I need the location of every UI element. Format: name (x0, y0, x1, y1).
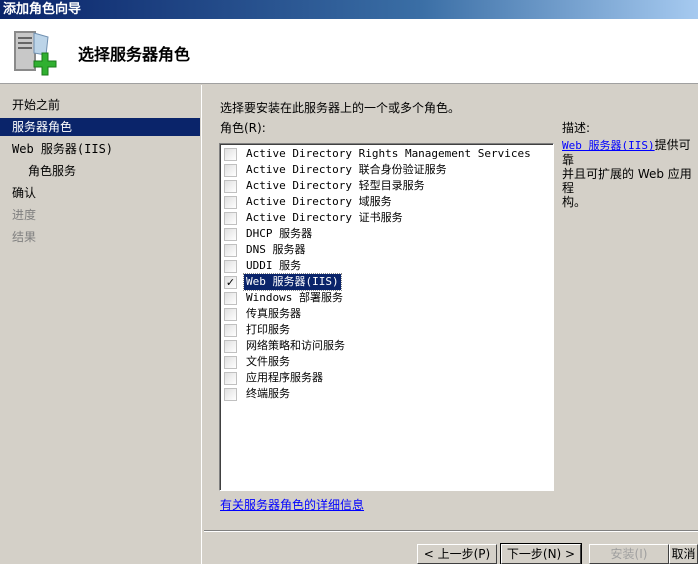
role-checkbox[interactable] (224, 387, 237, 401)
role-checkbox[interactable] (224, 355, 237, 369)
step-role-services[interactable]: 角色服务 (0, 162, 200, 180)
role-item[interactable]: UDDI 服务 (224, 258, 303, 274)
install-button: 安装(I) (589, 544, 669, 564)
step-progress: 进度 (12, 208, 37, 222)
role-item[interactable]: Active Directory 证书服务 (224, 210, 405, 226)
description-label: 描述: (562, 121, 591, 135)
instruction-text: 选择要安装在此服务器上的一个或多个角色。 (220, 101, 461, 115)
role-item[interactable]: Active Directory Rights Management Servi… (224, 146, 533, 162)
role-checkbox[interactable] (224, 147, 237, 161)
roles-list[interactable]: Active Directory Rights Management Servi… (219, 143, 554, 491)
role-label: 终端服务 (246, 387, 290, 400)
role-checkbox[interactable] (224, 243, 237, 257)
role-item[interactable]: Windows 部署服务 (224, 290, 345, 306)
role-label: DNS 服务器 (246, 243, 306, 256)
description-line: 并且可扩展的 Web 应用程 (562, 167, 692, 195)
role-item[interactable]: 传真服务器 (224, 306, 303, 322)
role-label: 打印服务 (246, 323, 290, 336)
more-info-link[interactable]: 有关服务器角色的详细信息 (220, 496, 364, 513)
role-checkbox[interactable] (224, 179, 237, 193)
role-label: Active Directory Rights Management Servi… (246, 147, 531, 160)
step-server-roles[interactable]: 服务器角色 (0, 118, 200, 136)
role-label: Active Directory 证书服务 (246, 211, 403, 224)
role-item[interactable]: Active Directory 域服务 (224, 194, 394, 210)
role-checkbox[interactable] (224, 163, 237, 177)
role-label: 网络策略和访问服务 (246, 339, 345, 352)
role-item[interactable]: 终端服务 (224, 386, 292, 402)
role-label: Web 服务器(IIS) (243, 273, 342, 291)
description-text: Web 服务器(IIS)提供可靠 并且可扩展的 Web 应用程 构。 (562, 138, 696, 209)
next-button[interactable]: 下一步(N) > (500, 543, 582, 564)
back-button[interactable]: < 上一步(P) (417, 544, 497, 564)
role-checkbox[interactable] (224, 323, 237, 337)
role-checkbox[interactable] (224, 291, 237, 305)
step-confirmation[interactable]: 确认 (0, 184, 200, 202)
footer-divider (204, 530, 698, 532)
role-label: UDDI 服务 (246, 259, 302, 272)
step-before-you-begin[interactable]: 开始之前 (0, 96, 200, 114)
step-results: 结果 (12, 230, 37, 244)
roles-label: 角色(R): (220, 121, 266, 135)
role-label: Active Directory 域服务 (246, 195, 392, 208)
role-label: 传真服务器 (246, 307, 301, 320)
role-item[interactable]: 应用程序服务器 (224, 370, 325, 386)
title-bar: 添加角色向导 (0, 0, 698, 19)
role-item[interactable]: DNS 服务器 (224, 242, 308, 258)
role-item[interactable]: Active Directory 轻型目录服务 (224, 178, 427, 194)
server-add-icon (14, 31, 57, 76)
page-title: 选择服务器角色 (78, 45, 191, 64)
window-title: 添加角色向导 (3, 2, 82, 17)
role-label: Active Directory 轻型目录服务 (246, 179, 425, 192)
role-item[interactable]: 网络策略和访问服务 (224, 338, 347, 354)
role-item[interactable]: DHCP 服务器 (224, 226, 314, 242)
role-label: DHCP 服务器 (246, 227, 313, 240)
cancel-button[interactable]: 取消 (669, 544, 698, 564)
role-checkbox[interactable] (224, 371, 237, 385)
role-label: 文件服务 (246, 355, 290, 368)
role-checkbox[interactable] (224, 211, 237, 225)
role-item[interactable]: Active Directory 联合身份验证服务 (224, 162, 449, 178)
role-checkbox[interactable] (224, 307, 237, 321)
role-item[interactable]: 打印服务 (224, 322, 292, 338)
role-checkbox[interactable] (224, 339, 237, 353)
wizard-header: 选择服务器角色 (0, 19, 698, 84)
role-item[interactable]: ✓ Web 服务器(IIS) (224, 273, 342, 291)
description-line: 构。 (562, 195, 587, 209)
role-item[interactable]: 文件服务 (224, 354, 292, 370)
role-checkbox[interactable] (224, 259, 237, 273)
wizard-steps: 开始之前 服务器角色 Web 服务器(IIS) 角色服务 确认 进度 结果 (0, 85, 202, 564)
role-label: Active Directory 联合身份验证服务 (246, 163, 447, 176)
role-checkbox[interactable] (224, 227, 237, 241)
role-label: Windows 部署服务 (246, 291, 343, 304)
role-checkbox[interactable] (224, 195, 237, 209)
step-web-server[interactable]: Web 服务器(IIS) (0, 140, 200, 158)
description-link[interactable]: Web 服务器(IIS) (562, 139, 655, 152)
role-label: 应用程序服务器 (246, 371, 323, 384)
role-checkbox[interactable]: ✓ (224, 275, 237, 289)
